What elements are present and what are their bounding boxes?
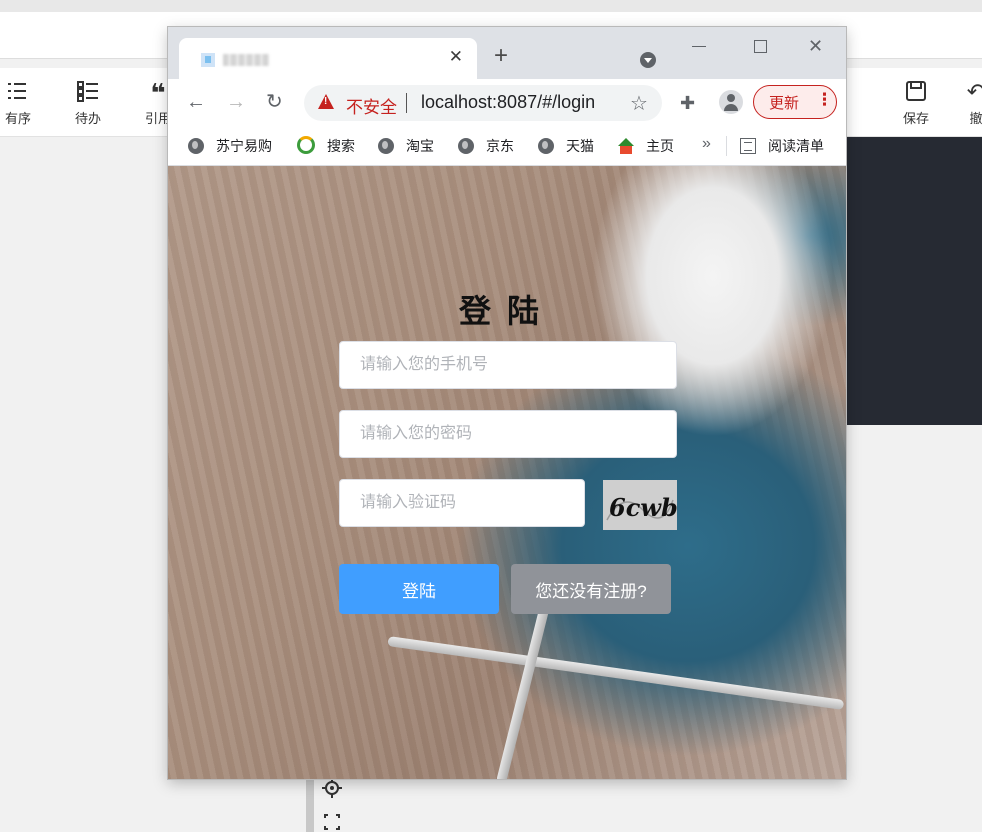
globe-icon — [538, 138, 554, 154]
window-close-icon[interactable]: ✕ — [808, 36, 823, 57]
tab-close-icon[interactable]: ✕ — [449, 47, 463, 67]
bookmark-label: 淘宝 — [406, 138, 434, 154]
extensions-puzzle-icon[interactable]: ✚ — [680, 93, 695, 114]
address-separator — [406, 93, 407, 113]
tab-search-icon[interactable] — [640, 52, 656, 68]
toolbar-save-label: 保存 — [902, 111, 929, 126]
resize-icon[interactable] — [322, 812, 342, 832]
bookmark-label: 主页 — [646, 138, 674, 154]
profile-avatar-icon[interactable] — [719, 90, 743, 114]
toolbar-undo-label: 撤 — [969, 111, 982, 126]
bookmark-label: 苏宁易购 — [216, 138, 272, 154]
bookmarks-divider — [726, 136, 727, 156]
tab-strip: ✕ + ✕ — [168, 27, 846, 79]
phone-input[interactable] — [339, 341, 677, 389]
minimize-icon[interactable] — [692, 46, 706, 47]
save-icon — [906, 81, 926, 101]
new-tab-icon[interactable]: + — [494, 44, 508, 68]
register-button[interactable]: 您还没有注册? — [511, 564, 671, 614]
globe-icon — [378, 138, 394, 154]
toolbar-undo-button[interactable]: ↶ 撤 — [954, 80, 982, 127]
search-ring-icon — [297, 136, 315, 154]
bookmark-taobao[interactable]: 淘宝 — [378, 136, 434, 156]
reading-list-label: 阅读清单 — [768, 138, 824, 154]
browser-tab[interactable]: ✕ — [179, 38, 477, 79]
url-text[interactable]: localhost:8087/#/login — [421, 92, 595, 113]
toolbar-todo-button[interactable]: 待办 — [66, 80, 110, 127]
globe-icon — [188, 138, 204, 154]
kebab-menu-icon: ⋮ — [816, 90, 833, 109]
background-knitting-needle — [387, 636, 845, 710]
login-page: 登陆 6cwb 登陆 您还没有注册? — [168, 166, 846, 779]
browser-window: ✕ + ✕ ← → ↻ 不安全 localhost:8087/#/login ☆… — [168, 27, 846, 779]
address-bar[interactable]: 不安全 localhost:8087/#/login ☆ — [304, 85, 662, 121]
update-button[interactable]: 更新 ⋮ — [753, 85, 837, 119]
update-button-label: 更新 — [769, 95, 800, 112]
bookmark-tmall[interactable]: 天猫 — [538, 136, 594, 156]
captcha-input[interactable] — [339, 479, 585, 527]
login-title: 登陆 — [458, 292, 555, 330]
tab-favicon-icon — [201, 53, 215, 67]
toolbar-save-button[interactable]: 保存 — [894, 80, 938, 127]
bookmarks-overflow-icon[interactable]: » — [702, 135, 711, 153]
captcha-image[interactable]: 6cwb — [603, 480, 677, 530]
password-input[interactable] — [339, 410, 677, 458]
globe-icon — [458, 138, 474, 154]
bookmarks-bar: 苏宁易购 搜索 淘宝 京东 天猫 主页 » 阅读清单 — [168, 127, 846, 166]
toolbar-ordered-list-button[interactable]: 有序 — [0, 80, 40, 127]
locate-icon[interactable] — [322, 778, 342, 798]
bookmark-home[interactable]: 主页 — [616, 136, 674, 156]
ordered-list-icon — [8, 83, 26, 99]
undo-icon: ↶ — [966, 79, 982, 104]
background-scrollbar[interactable] — [306, 778, 314, 832]
reload-icon[interactable]: ↻ — [266, 91, 283, 113]
todo-list-icon — [77, 81, 98, 102]
navigation-bar: ← → ↻ 不安全 localhost:8087/#/login ☆ ✚ 更新 … — [168, 79, 846, 127]
bookmark-star-icon[interactable]: ☆ — [630, 91, 648, 116]
bookmark-label: 天猫 — [566, 138, 594, 154]
tab-title — [223, 54, 269, 66]
toolbar-ordered-list-label: 有序 — [4, 111, 31, 126]
captcha-text: 6cwb — [609, 493, 677, 522]
home-2345-icon — [616, 138, 636, 154]
toolbar-todo-label: 待办 — [74, 111, 101, 126]
bookmark-jd[interactable]: 京东 — [458, 136, 514, 156]
back-arrow-icon[interactable]: ← — [186, 91, 206, 113]
reading-list-icon — [740, 138, 756, 154]
reading-list-button[interactable]: 阅读清单 — [740, 136, 824, 156]
warning-icon — [318, 94, 334, 109]
bookmark-search[interactable]: 搜索 — [297, 136, 355, 156]
login-button[interactable]: 登陆 — [339, 564, 499, 614]
background-knitting-needle — [495, 587, 555, 779]
security-status[interactable]: 不安全 — [346, 93, 397, 118]
bookmark-suning[interactable]: 苏宁易购 — [188, 136, 272, 156]
forward-arrow-icon[interactable]: → — [226, 91, 246, 113]
background-dark-panel — [846, 137, 982, 425]
bookmark-label: 京东 — [486, 138, 514, 154]
bookmark-label: 搜索 — [327, 138, 355, 154]
maximize-icon[interactable] — [754, 40, 767, 53]
